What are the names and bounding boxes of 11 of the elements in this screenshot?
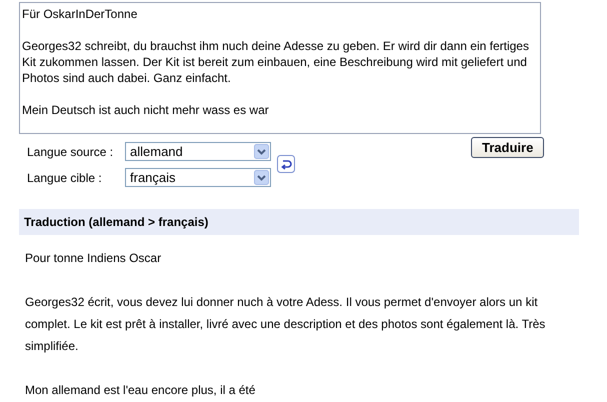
swap-icon[interactable] bbox=[277, 155, 295, 173]
translate-button[interactable]: Traduire bbox=[471, 137, 544, 158]
text-input-field[interactable]: Für OskarInDerTonne Georges32 schreibt, du brauchst ihm nuch deine Adesse zu geben. Er wird dir dann ein fertiges Kit zukommen lassen. Der Kit ist bereit zum einbauen, eine Beschreibung wird mit geliefert und Photos sind auch dabei. Ganz einfacht. Mein Deutsch ist auch nicht mehr wass es war bbox=[19, 2, 541, 134]
result-heading: Traduction (allemand > français) bbox=[24, 215, 208, 229]
language-label: Langue source : bbox=[27, 144, 114, 158]
translation-paragraph: Mon allemand est l'eau encore plus, il a été bbox=[25, 382, 256, 399]
language-dropdown[interactable]: français bbox=[125, 168, 271, 187]
translation-paragraph: Pour tonne Indiens Oscar bbox=[25, 250, 162, 267]
translation-paragraph: Georges32 écrit, vous devez lui donner nuch à votre Adess. Il vous permet d'envoyer alors un kit complet. Le kit est prêt à installer, livré avec une description et des photos sont également là. Très simplifiée. bbox=[25, 294, 546, 355]
language-dropdown[interactable]: allemand bbox=[125, 142, 271, 161]
language-label: Langue cible : bbox=[27, 170, 103, 184]
